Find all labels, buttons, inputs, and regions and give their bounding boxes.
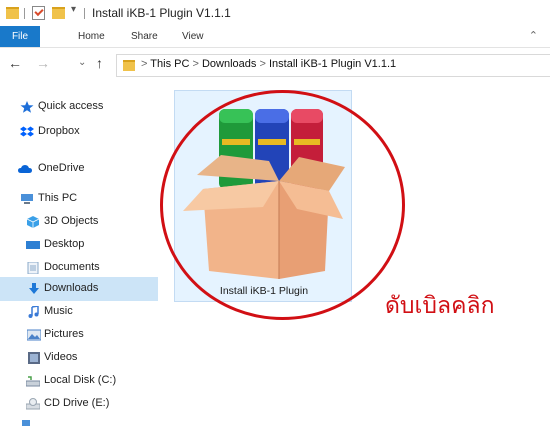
cloud-icon bbox=[18, 165, 32, 173]
sidebar-item-label: CD Drive (E:) bbox=[44, 397, 110, 409]
disk-icon bbox=[26, 376, 40, 387]
sidebar-item-label: 3D Objects bbox=[44, 215, 99, 227]
breadcrumb-downloads[interactable]: Downloads bbox=[202, 58, 256, 70]
tab-file[interactable]: File bbox=[0, 26, 40, 47]
sidebar-item-local-disk[interactable]: Local Disk (C:) bbox=[0, 369, 158, 393]
annotation-text: ดับเบิลคลิก bbox=[385, 292, 495, 318]
breadcrumb: > This PC > Downloads > Install iKB-1 Pl… bbox=[141, 58, 397, 70]
back-button[interactable]: ← bbox=[8, 55, 22, 71]
sidebar-item-videos[interactable]: Videos bbox=[0, 346, 158, 370]
sidebar-item-desktop[interactable]: Desktop bbox=[0, 233, 158, 257]
recent-locations-chevron-icon[interactable]: ⌄ bbox=[78, 57, 86, 68]
sidebar-item-label: Downloads bbox=[44, 282, 99, 294]
divider bbox=[24, 8, 25, 19]
new-folder-icon[interactable] bbox=[52, 7, 65, 19]
window-title: Install iKB-1 Plugin V1.1.1 bbox=[92, 6, 231, 20]
dropbox-icon bbox=[20, 126, 34, 137]
sidebar-item-label: Music bbox=[44, 305, 73, 317]
sidebar-item-label: Videos bbox=[44, 351, 78, 363]
breadcrumb-this-pc[interactable]: This PC bbox=[150, 58, 189, 70]
computer-icon bbox=[21, 194, 33, 204]
navigation-pane: Quick access Dropbox OneDrive This PC 3D… bbox=[0, 90, 160, 428]
highlight-circle bbox=[160, 90, 405, 320]
sidebar-item-label: Dropbox bbox=[38, 125, 80, 137]
cube-icon bbox=[26, 216, 40, 228]
folder-icon bbox=[6, 7, 19, 19]
sidebar-item-label: This PC bbox=[38, 192, 78, 204]
folder-icon bbox=[123, 60, 135, 71]
properties-icon[interactable] bbox=[32, 6, 45, 20]
chevron-up-icon[interactable]: ⌃ bbox=[529, 29, 538, 42]
cd-icon bbox=[26, 398, 40, 410]
forward-button[interactable]: → bbox=[36, 55, 50, 71]
sidebar-item-label: Pictures bbox=[44, 328, 84, 340]
sidebar-item-3d-objects[interactable]: 3D Objects bbox=[0, 210, 158, 234]
quick-access-dropdown-icon[interactable]: ▾ bbox=[71, 4, 76, 15]
sidebar-item-label: Desktop bbox=[44, 238, 85, 250]
title-bar: ▾ Install iKB-1 Plugin V1.1.1 bbox=[0, 0, 550, 26]
sidebar-item-onedrive[interactable]: OneDrive bbox=[0, 157, 158, 181]
navigation-bar: ← → ⌄ ↑ > This PC > Downloads > Install … bbox=[0, 50, 550, 80]
sidebar-item-label: Documents bbox=[44, 261, 100, 273]
tab-share[interactable]: Share bbox=[131, 26, 158, 47]
sidebar-item-cd-drive[interactable]: CD Drive (E:) bbox=[0, 392, 158, 416]
address-bar[interactable]: > This PC > Downloads > Install iKB-1 Pl… bbox=[116, 54, 550, 77]
music-icon bbox=[28, 306, 39, 318]
pictures-icon bbox=[27, 329, 41, 341]
sidebar-item-label: Quick access bbox=[38, 100, 104, 112]
network-icon bbox=[22, 420, 30, 426]
tab-view[interactable]: View bbox=[182, 26, 204, 47]
video-icon bbox=[28, 352, 40, 364]
ribbon: File Home Share View ⌃ bbox=[0, 26, 550, 48]
sidebar-item-label: Local Disk (C:) bbox=[44, 374, 117, 386]
sidebar-item-downloads[interactable]: Downloads bbox=[0, 277, 158, 301]
sidebar-item-music[interactable]: Music bbox=[0, 300, 158, 324]
tab-home[interactable]: Home bbox=[78, 26, 105, 47]
divider bbox=[84, 8, 85, 19]
sidebar-item-pictures[interactable]: Pictures bbox=[0, 323, 158, 347]
breadcrumb-current-folder[interactable]: Install iKB-1 Plugin V1.1.1 bbox=[269, 58, 396, 70]
document-icon bbox=[27, 262, 39, 274]
sidebar-item-dropbox[interactable]: Dropbox bbox=[0, 120, 158, 144]
download-icon bbox=[29, 283, 39, 294]
star-icon bbox=[20, 101, 34, 113]
desktop-icon bbox=[26, 241, 40, 249]
sidebar-item-this-pc[interactable]: This PC bbox=[0, 187, 158, 211]
sidebar-item-label: OneDrive bbox=[38, 162, 85, 174]
up-button[interactable]: ↑ bbox=[96, 55, 103, 71]
sidebar-item-quick-access[interactable]: Quick access bbox=[0, 95, 158, 119]
